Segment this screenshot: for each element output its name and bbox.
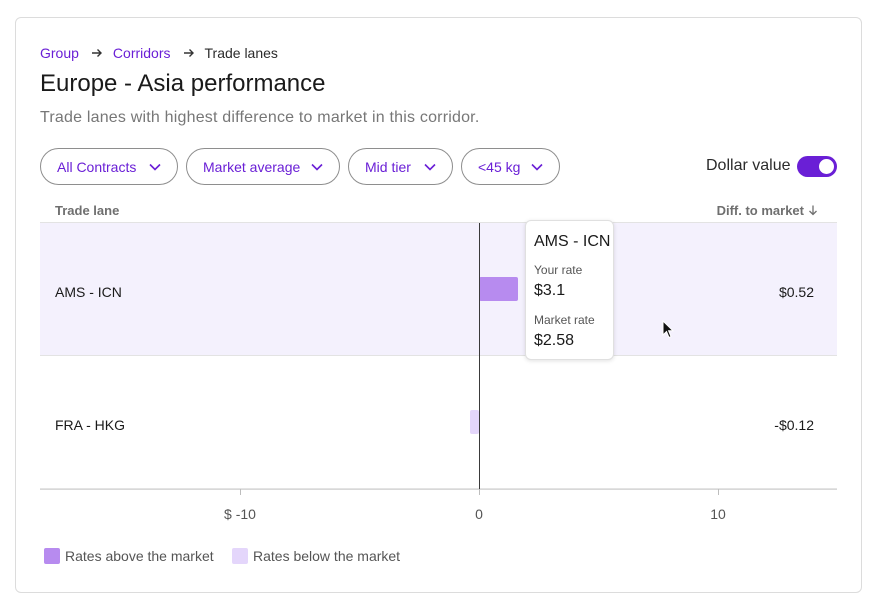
zero-baseline [479,223,480,489]
x-axis-tick [479,489,480,495]
column-header-diff-label: Diff. to market [716,203,804,218]
breadcrumb-current: Trade lanes [204,45,278,61]
chevron-down-icon [149,163,161,171]
dollar-value-toggle[interactable] [797,156,837,177]
filter-weight-dropdown[interactable]: <45 kg [461,148,560,185]
table-row[interactable]: FRA - HKG -$0.12 [40,356,837,489]
x-axis-tick [718,489,719,495]
dollar-value-label: Dollar value [706,157,791,174]
arrow-down-icon [809,205,817,216]
x-axis-tick [240,489,241,495]
filter-market-dropdown[interactable]: Market average [186,148,340,185]
breadcrumb-corridors-link[interactable]: Corridors [113,45,171,61]
legend-item-below: Rates below the market [232,548,400,564]
tooltip-market-rate-value: $2.58 [534,332,575,349]
x-axis-tick-label: 0 [475,506,483,522]
page-subtitle: Trade lanes with highest difference to m… [40,109,480,126]
legend-item-above: Rates above the market [44,548,214,564]
page-title: Europe - Asia performance [40,70,326,97]
arrow-right-icon [183,49,194,57]
tooltip-title: AMS - ICN [534,233,611,250]
legend-swatch-below [232,548,248,564]
filter-contracts-dropdown[interactable]: All Contracts [40,148,178,185]
row-diff-value: $0.52 [778,284,814,300]
tooltip-your-rate-label: Your rate [534,263,583,277]
rate-bar-above-market[interactable] [479,277,518,301]
chevron-down-icon [424,163,436,171]
toggle-knob [819,159,834,174]
rate-tooltip: AMS - ICN Your rate $3.1 Market rate $2.… [525,220,614,360]
rate-bar-below-market[interactable] [470,410,479,434]
filter-market-label: Market average [203,158,301,175]
arrow-right-icon [91,49,102,57]
filter-contracts-label: All Contracts [57,158,137,175]
x-axis-tick-label: 10 [710,506,726,522]
legend-label-below: Rates below the market [253,548,401,564]
cursor-icon [662,320,674,339]
filter-tier-dropdown[interactable]: Mid tier [348,148,453,185]
row-lane-label: FRA - HKG [55,417,126,433]
x-axis-tick-label: $ -10 [224,506,256,522]
filter-weight-label: <45 kg [478,158,521,175]
legend-label-above: Rates above the market [65,548,214,564]
breadcrumb-group-link[interactable]: Group [40,45,79,61]
table-row[interactable]: AMS - ICN $0.52 [40,223,837,356]
chevron-down-icon [311,163,323,171]
breadcrumb: Group Corridors Trade lanes [40,44,278,62]
column-header-diff-to-market[interactable]: Diff. to market [717,203,818,218]
legend-swatch-above [44,548,60,564]
chevron-down-icon [531,163,543,171]
filter-tier-label: Mid tier [365,158,411,175]
column-header-trade-lane: Trade lane [55,203,120,218]
row-lane-label: AMS - ICN [55,284,122,300]
tooltip-market-rate-label: Market rate [534,313,595,327]
row-diff-value: -$0.12 [774,417,814,433]
tooltip-your-rate-value: $3.1 [534,282,566,299]
